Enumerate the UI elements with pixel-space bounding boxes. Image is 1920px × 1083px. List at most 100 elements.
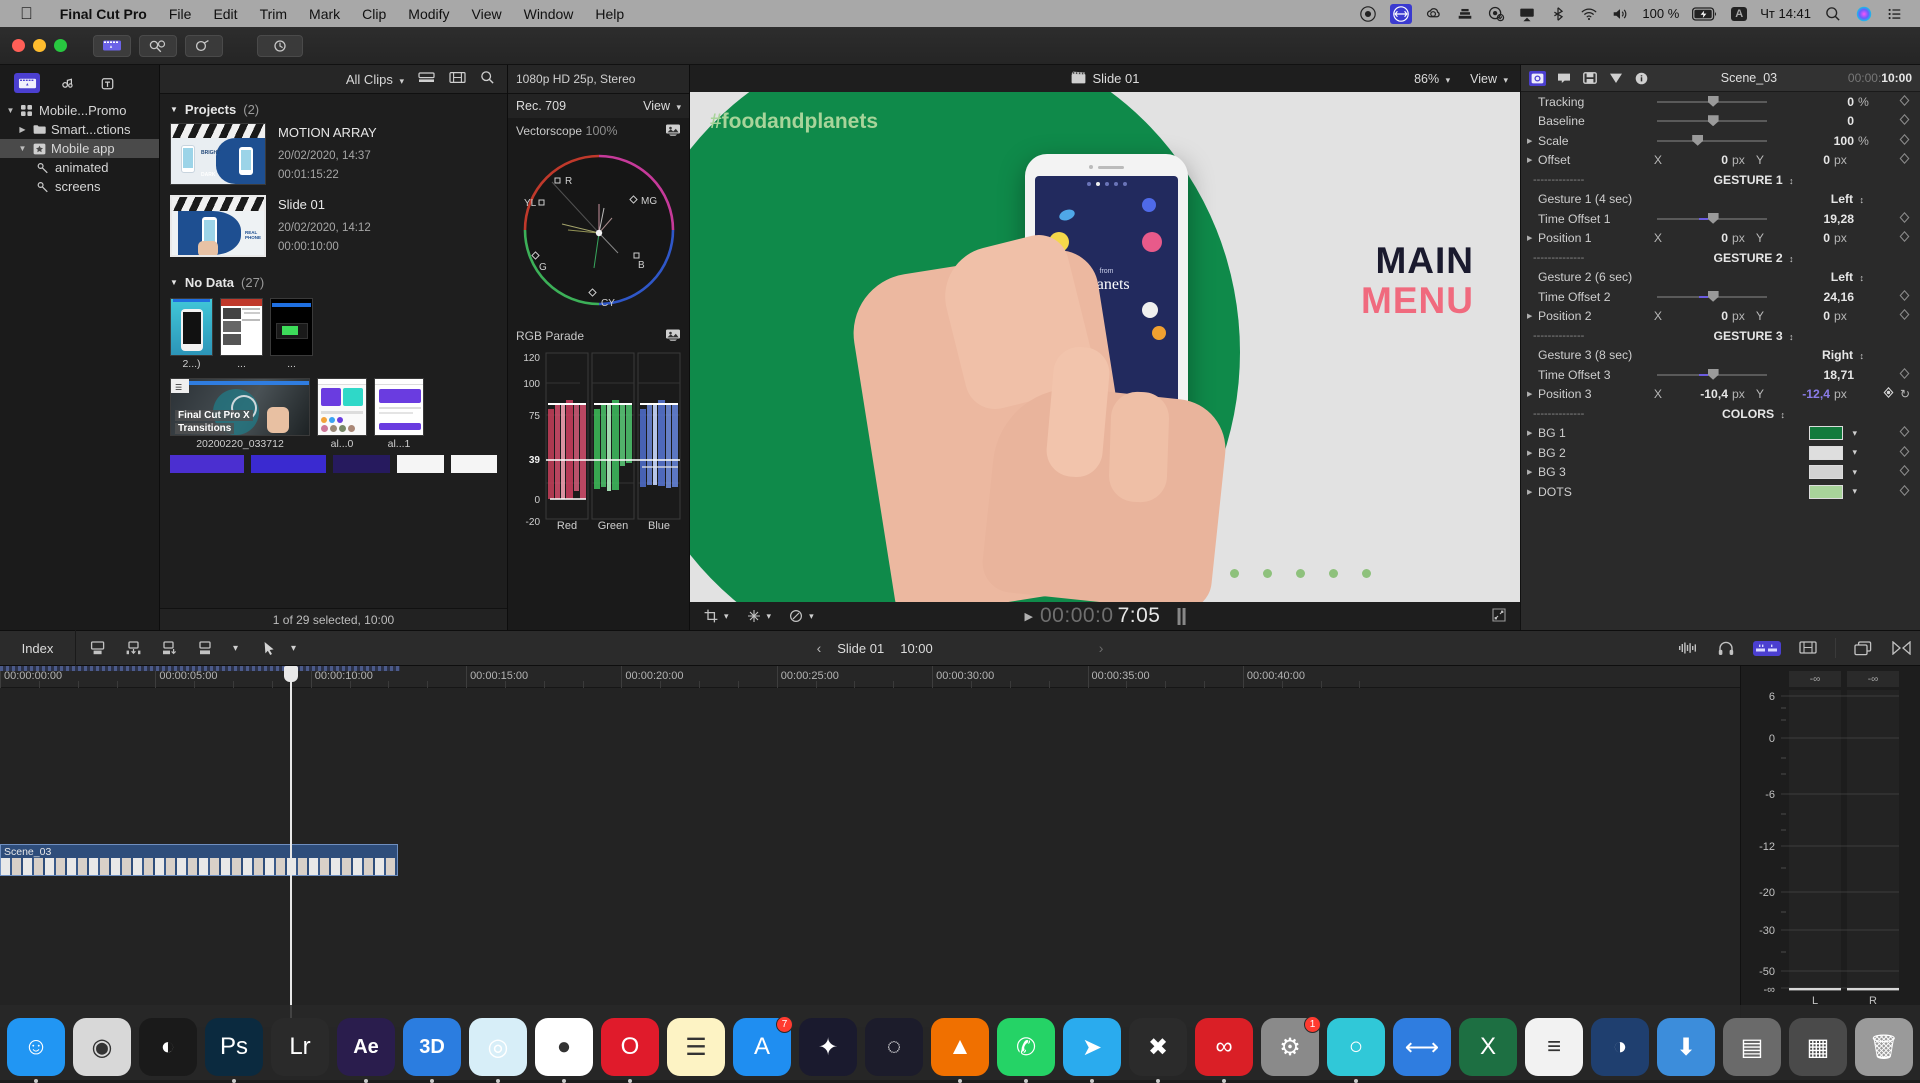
menu-item-mark[interactable]: Mark (298, 6, 351, 22)
inspector-row-position-1[interactable]: ▶ Position 1 X 0 px Y 0 px (1521, 229, 1920, 249)
inspector-row-baseline[interactable]: Baseline 0 (1521, 112, 1920, 132)
keyword-editor-icon[interactable] (139, 34, 177, 57)
param-value[interactable]: 24,16 (1776, 290, 1855, 304)
record-icon[interactable] (1359, 5, 1377, 23)
dock-item-curves-app[interactable]: ◌ (865, 1018, 923, 1076)
dock-item-vlc[interactable]: ▲ (931, 1018, 989, 1083)
dock-item-notes[interactable]: ☰ (667, 1018, 725, 1076)
arrow-select-icon[interactable] (258, 639, 280, 657)
dock-item-creative-cloud[interactable]: ∞ (1195, 1018, 1253, 1083)
libraries-tab[interactable] (14, 73, 40, 93)
param-slider[interactable] (1648, 115, 1776, 127)
chevron-down-icon[interactable]: ▾ (1849, 467, 1857, 478)
viewer-view-popup[interactable]: View ▾ (1470, 72, 1508, 86)
keyframe-icon[interactable] (1899, 484, 1920, 499)
timeline-pane[interactable]: 00:00:00:00 00:00:05:00 00:00:10:00 00:00:1… (0, 666, 1740, 1027)
dock-item-launchpad[interactable]: ◉ (73, 1018, 131, 1076)
effects-browser-icon[interactable] (1890, 639, 1912, 657)
creative-cloud-icon[interactable] (1425, 5, 1443, 23)
dock-item-preview-app[interactable]: ◑ (1591, 1018, 1649, 1076)
menu-bar-clock[interactable]: Чт 14:41 (1760, 6, 1811, 21)
param-value[interactable]: 100 (1776, 134, 1854, 148)
clip-thumbnail[interactable] (397, 455, 444, 473)
safari-icon[interactable]: ◎ (469, 1018, 527, 1076)
project-item-motion-array[interactable]: BRIGHT DARK MOTION ARRAY 20/02/2020, 14:… (160, 123, 507, 195)
dock-item-excel[interactable]: X (1459, 1018, 1517, 1076)
color-swatch[interactable] (1809, 465, 1844, 480)
menu-item-clip[interactable]: Clip (351, 6, 397, 22)
dock-item-x-app[interactable]: ✖ (1129, 1018, 1187, 1083)
clip-thumbnail[interactable] (450, 455, 497, 473)
inspector-separator-colors[interactable]: -------------- COLORS ↕ (1521, 404, 1920, 424)
reset-icon[interactable]: ↻ (1894, 387, 1910, 401)
info-inspector-tab[interactable] (1633, 71, 1650, 86)
input-source-indicator[interactable]: A (1731, 6, 1748, 21)
audio-meters-icon[interactable] (1753, 640, 1781, 656)
launchpad-icon[interactable]: ◉ (73, 1018, 131, 1076)
sidebar-item-screens[interactable]: screens (0, 177, 159, 196)
dock-item-transmit[interactable]: ⟷ (1393, 1018, 1451, 1076)
disclosure-icon[interactable]: ▶ (1527, 488, 1538, 496)
clip-item[interactable]: ... (220, 298, 263, 370)
dock-item-finder[interactable]: ☺ (7, 1018, 65, 1083)
x-app-icon[interactable]: ✖ (1129, 1018, 1187, 1076)
filmstrip-view-icon[interactable] (449, 71, 466, 87)
dock-item-opera[interactable]: O (601, 1018, 659, 1083)
transform-icon[interactable]: ▾ (747, 609, 771, 623)
overwrite-icon[interactable] (158, 639, 180, 657)
volume-icon[interactable] (1611, 5, 1629, 23)
sidebar-item-animated[interactable]: animated (0, 158, 159, 177)
group-header-no-data[interactable]: ▼ No Data (27) (160, 267, 507, 296)
dock-item-chrome[interactable]: ● (535, 1018, 593, 1083)
generator-inspector-tab[interactable] (1581, 71, 1598, 86)
title-inspector-tab[interactable] (1555, 71, 1572, 86)
inspector-row-position-3[interactable]: ▶ Position 3 X -10,4 px Y -12,4 px ↻ (1521, 385, 1920, 405)
disclosure-icon[interactable]: ▶ (1527, 468, 1538, 476)
project-thumbnail[interactable]: REAL PHONE (170, 195, 266, 257)
stacks-icon[interactable] (1456, 5, 1474, 23)
param-value-y[interactable]: 0 (1770, 231, 1830, 245)
dock-item-screen-capture[interactable]: ○ (1327, 1018, 1385, 1083)
clip-thumbnail[interactable] (170, 455, 245, 473)
chevron-down-icon[interactable]: ▾ (1849, 486, 1857, 497)
clip-item-filmstrip[interactable]: ☰ Final Cut Pro X Transitions 20200220_0… (170, 378, 310, 450)
index-button[interactable]: Index (0, 630, 76, 666)
color-app-icon[interactable]: ◐ (139, 1018, 197, 1076)
clip-thumbnail[interactable] (251, 455, 326, 473)
group-header-projects[interactable]: ▼ Projects (2) (160, 94, 507, 123)
dock-item-whatsapp[interactable]: ✆ (997, 1018, 1055, 1083)
chevron-down-icon[interactable]: ▾ (288, 643, 296, 654)
param-slider[interactable] (1648, 95, 1776, 107)
minimize-button[interactable] (33, 39, 46, 52)
clip-thumbnail[interactable] (220, 298, 263, 356)
chevron-left-icon[interactable]: ‹ (817, 640, 822, 656)
inspector-row-time-offset-2[interactable]: Time Offset 2 24,16 (1521, 287, 1920, 307)
chevron-down-icon[interactable]: ▾ (230, 643, 238, 654)
control-center-icon[interactable] (1886, 5, 1904, 23)
color-swatch[interactable] (1809, 484, 1844, 499)
media-import-icon[interactable] (93, 34, 131, 57)
audio-meters-pane[interactable]: -∞ -∞ 6 0 -6 -12 -20 -30 -50 -∞ LR (1740, 666, 1920, 1027)
color-mask-icon[interactable] (185, 34, 223, 57)
siri-icon[interactable] (1855, 5, 1873, 23)
dock-item-system-preferences[interactable]: ⚙ 1 (1261, 1016, 1321, 1076)
param-popup-value[interactable]: Left ↕ (1831, 192, 1920, 206)
close-button[interactable] (12, 39, 25, 52)
disclosure-right-icon[interactable]: ▶ (18, 125, 27, 134)
battery-charging-icon[interactable] (1692, 5, 1718, 23)
color-inspector-tab[interactable] (1607, 71, 1624, 86)
param-value[interactable]: 18,71 (1776, 368, 1855, 382)
clip-thumbnail[interactable] (317, 378, 367, 436)
scope-settings-icon[interactable] (665, 328, 681, 344)
param-slider[interactable] (1648, 212, 1776, 224)
param-value-y[interactable]: -12,4 (1770, 387, 1830, 401)
viewer-zoom-popup[interactable]: 86% ▾ (1414, 72, 1450, 86)
dock-item-safari[interactable]: ◎ (469, 1018, 527, 1083)
clip-item[interactable]: 2...) (170, 298, 213, 370)
param-slider[interactable] (1648, 368, 1776, 380)
fullscreen-icon[interactable] (1492, 607, 1506, 625)
menu-item-trim[interactable]: Trim (249, 6, 298, 22)
opera-icon[interactable]: O (601, 1018, 659, 1076)
preview-app-icon[interactable]: ◑ (1591, 1018, 1649, 1076)
photoshop-icon[interactable]: Ps (205, 1018, 263, 1076)
